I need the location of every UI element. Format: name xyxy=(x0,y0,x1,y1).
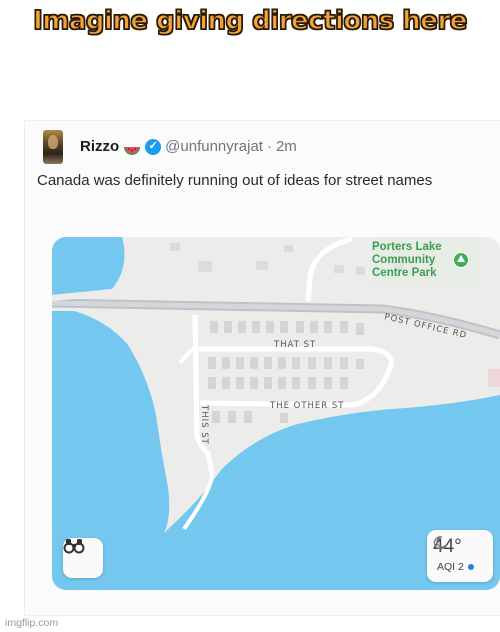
park-pin-icon[interactable] xyxy=(453,252,469,268)
tweet-text: Canada was definitely running out of ide… xyxy=(37,172,433,189)
separator-dot: · xyxy=(266,138,272,155)
watermelon-icon xyxy=(123,143,141,155)
park-label-line: Centre Park xyxy=(372,267,437,279)
tweet-header: Rizzo ✓ @unfunnyrajat · 2m xyxy=(80,138,297,155)
weather-widget[interactable]: 44° AQI 2 xyxy=(427,530,493,582)
map-building-east xyxy=(488,369,500,387)
moon-icon xyxy=(433,536,447,550)
avatar[interactable] xyxy=(43,130,63,164)
street-label-the-other: THE OTHER ST xyxy=(269,401,345,411)
binoculars-icon xyxy=(63,539,85,554)
aqi-dot-icon xyxy=(467,564,474,570)
park-label-line: Porters Lake xyxy=(372,241,442,253)
meme-caption: Imagine giving directions here xyxy=(32,5,468,36)
street-label-that: THAT ST xyxy=(273,340,316,350)
map-image[interactable]: POST OFFICE RD THAT ST THE OTHER ST THIS… xyxy=(52,237,500,590)
display-name[interactable]: Rizzo xyxy=(80,138,119,155)
street-label-this: THIS ST xyxy=(199,404,209,445)
weather-aqi: AQI 2 xyxy=(437,561,464,573)
look-around-button[interactable] xyxy=(63,538,103,578)
handle[interactable]: @unfunnyrajat xyxy=(165,138,263,155)
map-water-north xyxy=(52,237,125,295)
watermark: imgflip.com xyxy=(5,617,59,629)
timestamp[interactable]: 2m xyxy=(276,138,297,155)
verified-badge-icon: ✓ xyxy=(145,138,162,155)
